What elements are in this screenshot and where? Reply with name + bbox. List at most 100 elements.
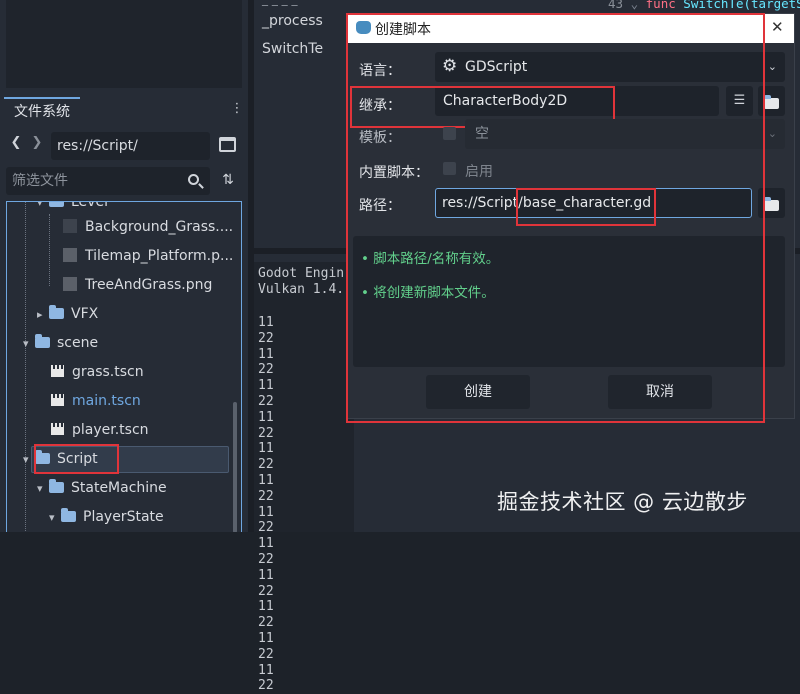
tree-guide xyxy=(25,202,26,532)
output-line: Vulkan 1.4. xyxy=(258,281,345,297)
scene-file-icon xyxy=(51,423,64,435)
folder-icon xyxy=(49,305,64,319)
tree-item-label: Tilemap_Platform.p... xyxy=(85,248,234,264)
output-line: 22 xyxy=(258,646,274,662)
search-icon xyxy=(188,174,199,185)
tree-item-main-tscn[interactable]: main.tscn xyxy=(51,387,141,416)
line-number: 43 xyxy=(608,0,624,11)
tab-filesystem-label: 文件系统 xyxy=(14,104,70,120)
scene-tree-area xyxy=(6,0,242,88)
folder-icon xyxy=(61,508,76,522)
path-field[interactable]: res://Script/ xyxy=(51,132,210,160)
filter-files-placeholder: 筛选文件 xyxy=(12,173,68,189)
scene-dock xyxy=(0,0,248,95)
filesystem-dock: 文件系统 ⋮ ❮ ❯ res://Script/ 筛选文件 ⇅ ▾ Level B… xyxy=(0,95,248,532)
scene-file-icon xyxy=(51,394,64,406)
output-line: 11 xyxy=(258,567,274,583)
code-text: SwitchTe(targetS xyxy=(683,0,800,11)
watermark: 掘金技术社区 @ 云边散步 xyxy=(497,490,748,514)
filter-files-input[interactable]: 筛选文件 xyxy=(6,167,210,195)
output-line: 22 xyxy=(258,393,274,409)
chevron-down-icon[interactable]: ▾ xyxy=(37,202,49,217)
output-line: 22 xyxy=(258,551,274,567)
forward-arrow-icon[interactable]: ❯ xyxy=(29,135,45,155)
tree-item-label: StateMachine xyxy=(71,480,167,496)
output-line: Godot Engin xyxy=(258,266,345,281)
tree-item-label: Background_Grass.... xyxy=(85,219,234,235)
output-line: 22 xyxy=(258,615,274,631)
dock-menu-icon[interactable]: ⋮ xyxy=(230,101,244,121)
folder-icon xyxy=(764,197,779,211)
output-header: Godot Engin Vulkan 1.4. xyxy=(258,266,354,298)
chevron-right-icon[interactable]: ▸ xyxy=(37,300,49,329)
output-line: 22 xyxy=(258,583,274,599)
tree-item-label: Level xyxy=(71,201,108,210)
output-line: 22 xyxy=(258,457,274,473)
output-line: 22 xyxy=(258,362,274,378)
tree-item-label: scene xyxy=(57,335,99,351)
output-line: 22 xyxy=(258,678,274,694)
output-line: 11 xyxy=(258,346,274,362)
tree-guide xyxy=(49,214,50,286)
output-line: 11 xyxy=(258,472,274,488)
toggle-split-icon[interactable] xyxy=(219,137,236,152)
tree-item-scene[interactable]: ▾ scene xyxy=(23,329,98,358)
output-line: 22 xyxy=(258,520,274,536)
folder-icon xyxy=(49,202,64,207)
output-line: 22 xyxy=(258,330,274,346)
tree-scrollbar[interactable] xyxy=(233,402,237,532)
tree-item-playerstate[interactable]: ▾ PlayerState xyxy=(49,503,164,532)
tree-item-label: PlayerState xyxy=(83,509,164,525)
close-icon[interactable]: ✕ xyxy=(771,18,784,36)
back-arrow-icon[interactable]: ❮ xyxy=(8,135,24,155)
tree-item-vfx[interactable]: ▸ VFX xyxy=(37,300,98,329)
highlight-script-folder xyxy=(34,444,119,474)
script-list-top-item: _ _ _ _ xyxy=(262,0,322,6)
method-item-process[interactable]: _process xyxy=(262,13,323,29)
output-line: 11 xyxy=(258,441,274,457)
output-line: 11 xyxy=(258,378,274,394)
image-thumbnail-icon xyxy=(63,248,77,262)
output-line: 22 xyxy=(258,425,274,441)
chevron-down-icon: ⌄ xyxy=(767,127,777,140)
output-line: 11 xyxy=(258,315,274,330)
output-line: 11 xyxy=(258,536,274,552)
chevron-down-icon[interactable]: ▾ xyxy=(37,474,49,503)
tree-item-label: grass.tscn xyxy=(72,364,144,380)
folder-icon xyxy=(49,479,64,493)
folder-icon xyxy=(764,95,779,109)
output-line: 11 xyxy=(258,599,274,615)
chevron-down-icon[interactable]: ▾ xyxy=(49,503,61,532)
output-values: 11 22 11 22 11 22 11 22 11 22 11 22 11 22 11 22 11 22 11 22… xyxy=(258,315,318,694)
code-line: 43 ⌄ func SwitchTe(targetS xyxy=(608,0,800,11)
output-line: 11 xyxy=(258,662,274,678)
output-line: 11 xyxy=(258,630,274,646)
highlight-dialog xyxy=(346,13,765,423)
tree-item-label: TreeAndGrass.png xyxy=(85,277,213,293)
tree-item-grass-tscn[interactable]: grass.tscn xyxy=(51,358,144,387)
tree-item-background-grass[interactable]: Background_Grass.... xyxy=(63,213,233,242)
tree-item-label: VFX xyxy=(71,306,99,322)
chevron-down-icon[interactable]: ▾ xyxy=(23,329,35,358)
path-field-text: res://Script/ xyxy=(57,138,138,154)
tree-item-label: player.tscn xyxy=(72,422,149,438)
image-thumbnail-icon xyxy=(63,277,77,291)
tab-filesystem[interactable]: 文件系统 xyxy=(4,97,80,125)
tree-item-treeandgrass[interactable]: TreeAndGrass.png xyxy=(63,271,212,300)
sort-icon[interactable]: ⇅ xyxy=(218,172,238,192)
output-line: 11 xyxy=(258,504,274,520)
image-thumbnail-icon xyxy=(63,219,77,233)
chevron-down-icon: ⌄ xyxy=(767,60,777,73)
tree-item-tilemap-platform[interactable]: Tilemap_Platform.p... xyxy=(63,242,233,271)
code-keyword: func xyxy=(645,0,676,11)
tree-item-player-tscn[interactable]: player.tscn xyxy=(51,416,149,445)
scene-file-icon xyxy=(51,365,64,377)
file-tree: ▾ Level Background_Grass.... Tilemap_Plat… xyxy=(6,201,242,532)
method-item-switchte[interactable]: SwitchTe xyxy=(262,41,323,57)
folder-icon xyxy=(35,334,50,348)
tree-item-statemachine[interactable]: ▾ StateMachine xyxy=(37,474,167,503)
script-list-panel: _ _ _ _ _process SwitchTe xyxy=(254,0,358,248)
output-line: 11 xyxy=(258,409,274,425)
tree-item-label: main.tscn xyxy=(72,393,141,409)
output-line: 22 xyxy=(258,488,274,504)
